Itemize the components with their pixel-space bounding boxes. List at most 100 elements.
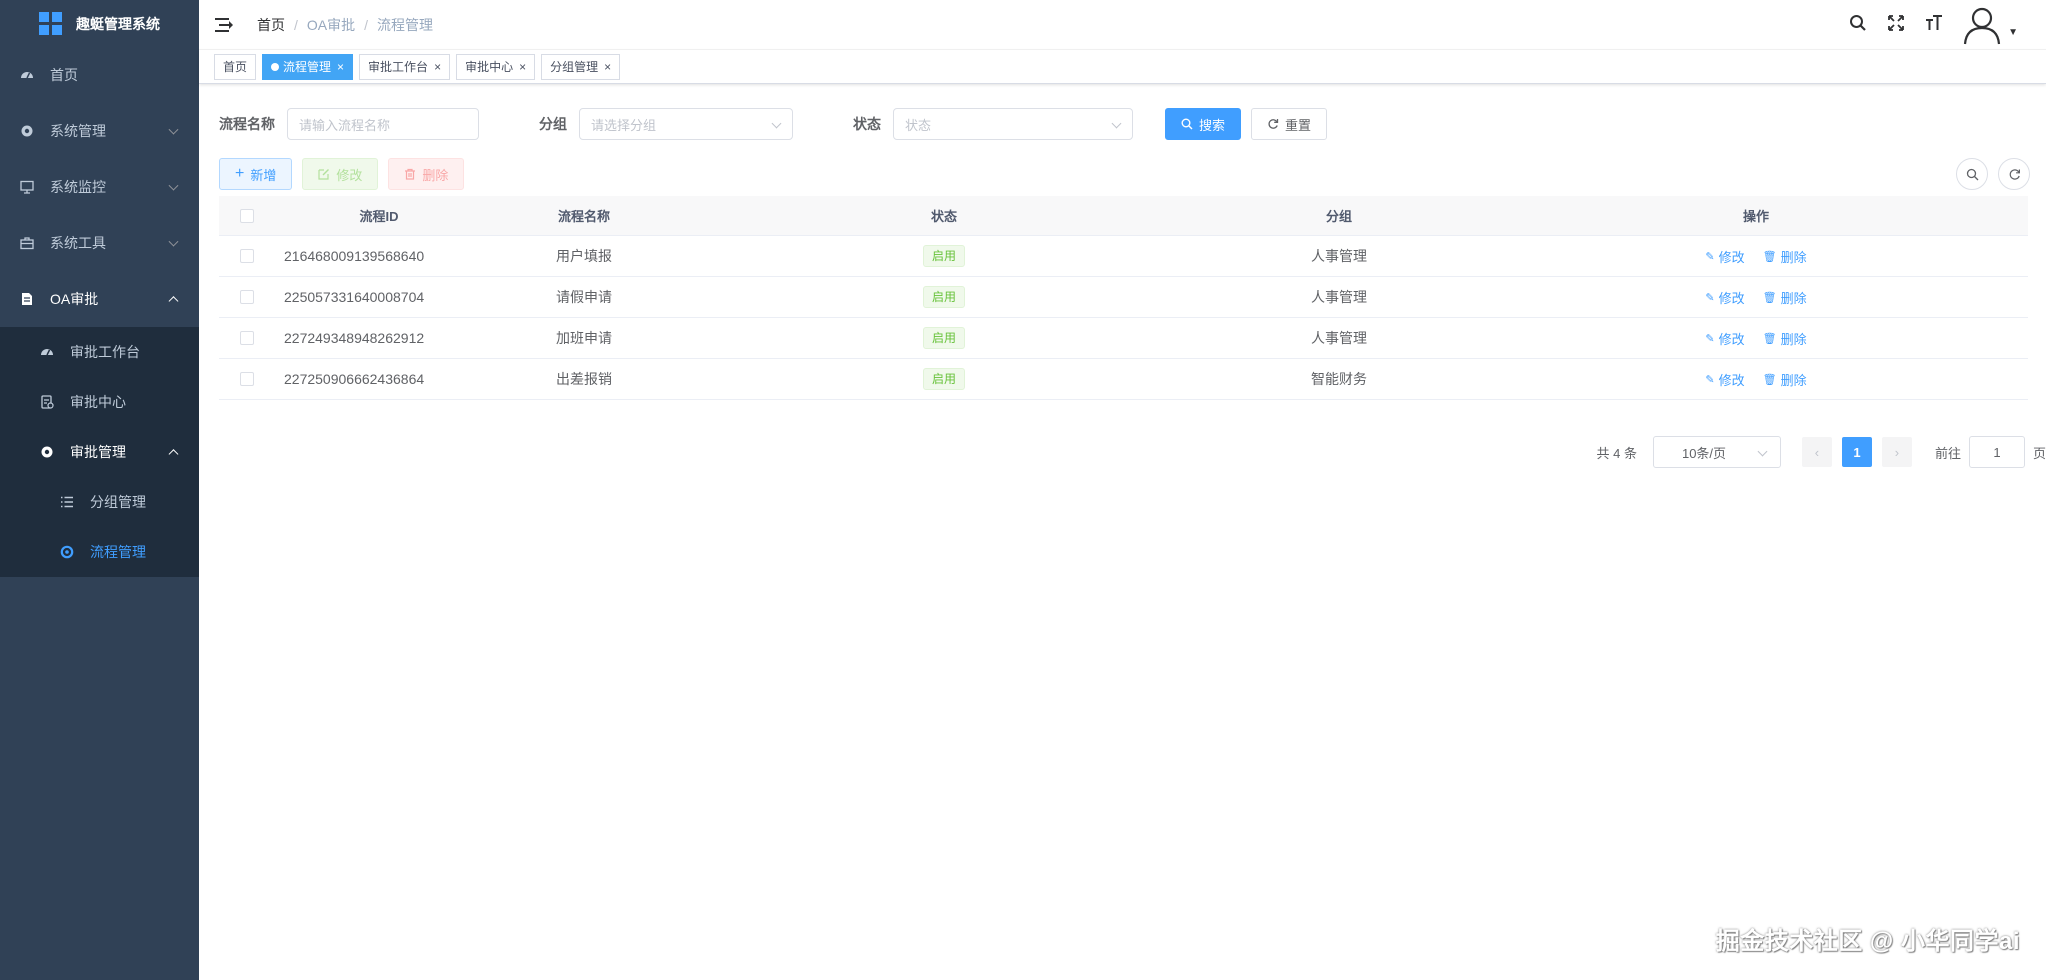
table-row: 227250906662436864 出差报销 启用 智能财务 ✎ 修改 🗑 删除 <box>219 359 2028 400</box>
flow-name-input[interactable]: 请输入流程名称 <box>287 108 479 140</box>
status-badge: 启用 <box>922 368 965 390</box>
header-group: 分组 <box>1325 209 1352 224</box>
delete-button[interactable]: 删除 <box>388 158 465 190</box>
search-icon <box>1966 168 1978 180</box>
cell-op: ✎ 修改 🗑 删除 <box>1484 247 2028 266</box>
page-number-button[interactable]: 1 <box>1841 437 1872 467</box>
sidebar-item-home[interactable]: 首页 <box>0 47 199 103</box>
chevron-down-icon <box>771 118 782 129</box>
gear-icon <box>20 124 34 138</box>
search-button[interactable]: 搜索 <box>1165 108 1242 140</box>
sidebar-item-group-mgmt[interactable]: 分组管理 <box>0 477 199 527</box>
breadcrumb-current: 流程管理 <box>377 16 434 33</box>
caret-down-icon[interactable]: ▼ <box>2008 27 2018 38</box>
sidebar-item-monitor[interactable]: 系统监控 <box>0 159 199 215</box>
active-dot-icon <box>271 62 280 71</box>
sidebar-item-label: 流程管理 <box>90 544 146 560</box>
cell-op: ✎ 修改 🗑 删除 <box>1484 288 2028 307</box>
goto-page-input[interactable]: 1 <box>1968 436 2025 468</box>
sidebar-item-tools[interactable]: 系统工具 <box>0 215 199 271</box>
avatar[interactable] <box>1962 5 2002 45</box>
row-edit-link[interactable]: ✎ 修改 <box>1705 329 1744 348</box>
row-checkbox[interactable] <box>239 249 254 263</box>
chevron-down-icon <box>168 236 179 247</box>
font-size-icon[interactable] <box>1924 14 1944 37</box>
row-edit-link[interactable]: ✎ 修改 <box>1705 288 1744 307</box>
sidebar-item-label: OA审批 <box>50 291 99 307</box>
content: 流程名称 请输入流程名称 分组 请选择分组 状态 状态 搜索 重置 + 新增 修… <box>199 84 2046 420</box>
fullscreen-icon[interactable] <box>1886 14 1906 37</box>
group-select[interactable]: 请选择分组 <box>579 108 793 140</box>
button-label: 重置 <box>1285 117 1312 133</box>
logo[interactable]: 趣蜓管理系统 <box>0 0 199 47</box>
sidebar-item-approval-mgmt[interactable]: 审批管理 <box>0 427 199 477</box>
row-checkbox[interactable] <box>239 331 254 345</box>
goto-label: 前往 <box>1934 445 1961 461</box>
sidebar-item-flow-mgmt[interactable]: 流程管理 <box>0 527 199 577</box>
sidebar-item-approval-workbench[interactable]: 审批工作台 <box>0 327 199 377</box>
name-label: 流程名称 <box>219 116 275 132</box>
flow-icon <box>60 545 74 559</box>
link-label: 删除 <box>1780 331 1807 347</box>
table-header: 流程ID 流程名称 状态 分组 操作 <box>219 196 2028 236</box>
edit-icon: ✎ <box>1705 373 1715 386</box>
tag-home[interactable]: 首页 <box>214 53 257 80</box>
next-page-button[interactable]: › <box>1881 437 1912 467</box>
refresh-button[interactable] <box>1998 158 2030 190</box>
close-icon[interactable]: × <box>434 55 441 79</box>
link-label: 修改 <box>1718 249 1745 265</box>
approval-mgmt-submenu: 分组管理 流程管理 <box>0 477 199 577</box>
hamburger-icon[interactable] <box>215 17 233 32</box>
row-delete-link[interactable]: 🗑 删除 <box>1763 247 1807 266</box>
row-checkbox[interactable] <box>239 290 254 304</box>
link-label: 修改 <box>1718 290 1745 306</box>
watermark: 掘金技术社区 @ 小华同学ai <box>1715 928 2020 955</box>
close-icon[interactable]: × <box>604 55 611 79</box>
navbar: 首页 / OA审批 / 流程管理 ▼ <box>199 0 2046 50</box>
tag-group-mgmt[interactable]: 分组管理 × <box>541 53 621 80</box>
sidebar-item-label: 系统管理 <box>50 123 106 139</box>
row-delete-link[interactable]: 🗑 删除 <box>1763 288 1807 307</box>
select-all-cell <box>219 208 274 223</box>
reset-button[interactable]: 重置 <box>1251 108 1328 140</box>
sidebar-item-approval-center[interactable]: 审批中心 <box>0 377 199 427</box>
row-checkbox[interactable] <box>239 372 254 386</box>
tag-label: 审批中心 <box>465 59 514 74</box>
row-edit-link[interactable]: ✎ 修改 <box>1705 370 1744 389</box>
chevron-down-icon <box>1111 118 1122 129</box>
search-icon <box>1181 118 1193 130</box>
page-size-select[interactable]: 10条/页 <box>1652 436 1781 468</box>
header-name: 流程名称 <box>557 209 610 224</box>
link-label: 删除 <box>1780 290 1807 306</box>
tag-flow-mgmt[interactable]: 流程管理 × <box>262 53 354 80</box>
group-label: 分组 <box>539 116 567 132</box>
edit-button[interactable]: 修改 <box>302 158 379 190</box>
add-button[interactable]: + 新增 <box>219 158 293 190</box>
pagination-total: 共 4 条 <box>1596 445 1637 461</box>
dashboard-icon <box>40 345 54 359</box>
row-delete-link[interactable]: 🗑 删除 <box>1763 370 1807 389</box>
table-row: 225057331640008704 请假申请 启用 人事管理 ✎ 修改 🗑 删除 <box>219 277 2028 318</box>
status-select[interactable]: 状态 <box>893 108 1133 140</box>
close-icon[interactable]: × <box>337 55 344 79</box>
select-all-checkbox[interactable] <box>239 208 254 223</box>
sidebar-item-system[interactable]: 系统管理 <box>0 103 199 159</box>
placeholder: 请选择分组 <box>591 117 657 133</box>
prev-page-button[interactable]: ‹ <box>1801 437 1832 467</box>
page-jumper: 前往 1 页 <box>1935 436 2046 468</box>
right-menu: ▼ <box>1848 0 2018 50</box>
toggle-search-button[interactable] <box>1956 158 1988 190</box>
row-edit-link[interactable]: ✎ 修改 <box>1705 247 1744 266</box>
row-delete-link[interactable]: 🗑 删除 <box>1763 329 1807 348</box>
breadcrumb-home[interactable]: 首页 <box>257 15 285 35</box>
tag-approval-workbench[interactable]: 审批工作台 × <box>359 53 451 80</box>
search-icon[interactable] <box>1848 14 1868 37</box>
pagination: 共 4 条 10条/页 ‹ 1 › 前往 1 页 <box>1597 436 2046 468</box>
sidebar-item-oa[interactable]: OA审批 <box>0 271 199 327</box>
tag-approval-center[interactable]: 审批中心 × <box>456 53 536 80</box>
placeholder: 请输入流程名称 <box>299 117 391 133</box>
page-size-value: 10条/页 <box>1681 445 1727 461</box>
cell-status: 启用 <box>694 368 1194 390</box>
close-icon[interactable]: × <box>519 55 526 79</box>
dashboard-icon <box>20 68 34 82</box>
